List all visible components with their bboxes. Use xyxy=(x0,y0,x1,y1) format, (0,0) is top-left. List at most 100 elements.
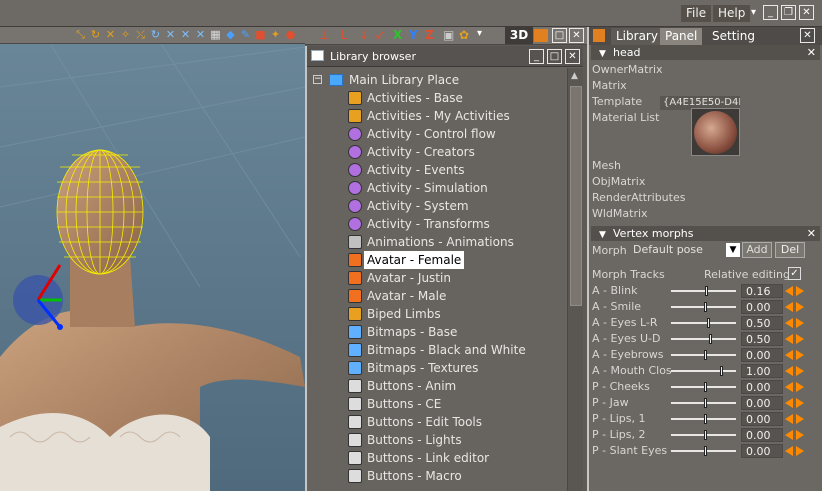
property-label[interactable]: Mesh xyxy=(592,159,621,173)
light-tool-icon[interactable]: ✦ xyxy=(269,28,282,41)
library-item[interactable]: Buttons - CE xyxy=(348,395,563,413)
morph-value-field[interactable]: 0.00 xyxy=(741,396,783,410)
increment-arrow-icon[interactable] xyxy=(796,334,804,344)
increment-arrow-icon[interactable] xyxy=(796,382,804,392)
increment-arrow-icon[interactable] xyxy=(796,414,804,424)
library-scrollbar[interactable]: ▲ xyxy=(567,68,583,491)
decrement-arrow-icon[interactable] xyxy=(785,286,793,296)
morph-slider-track[interactable] xyxy=(671,338,736,340)
select-tool-icon[interactable]: ✧ xyxy=(119,28,132,41)
library-item[interactable]: Activity - Events xyxy=(348,161,563,179)
morph-slider-handle[interactable] xyxy=(703,430,707,440)
tab-library[interactable]: Library xyxy=(611,28,663,45)
morph-slider-handle[interactable] xyxy=(719,366,723,376)
morph-slider-handle[interactable] xyxy=(703,446,707,456)
library-item[interactable]: Activity - Transforms xyxy=(348,215,563,233)
library-item[interactable]: Buttons - Macro xyxy=(348,467,563,485)
increment-arrow-icon[interactable] xyxy=(796,318,804,328)
tree-root[interactable]: − Main Library Place xyxy=(313,71,563,89)
increment-arrow-icon[interactable] xyxy=(796,286,804,296)
library-item[interactable]: Avatar - Female xyxy=(348,251,563,269)
morph-value-field[interactable]: 0.00 xyxy=(741,428,783,442)
morph-value-field[interactable]: 0.00 xyxy=(741,412,783,426)
morph-select[interactable]: Default pose xyxy=(633,242,725,258)
panel-close-icon[interactable]: ✕ xyxy=(800,28,815,43)
add-button[interactable]: Add xyxy=(742,242,772,258)
axis-x-icon[interactable]: L xyxy=(341,28,348,42)
snap-icon[interactable]: ▣ xyxy=(443,28,454,42)
library-close-icon[interactable]: ✕ xyxy=(565,49,580,64)
library-item[interactable]: Buttons - Edit Tools xyxy=(348,413,563,431)
morph-slider-handle[interactable] xyxy=(703,414,707,424)
decrement-arrow-icon[interactable] xyxy=(785,414,793,424)
library-item[interactable]: Bitmaps - Black and White xyxy=(348,341,563,359)
menu-dropdown-icon[interactable]: ▾ xyxy=(746,6,761,21)
morph-slider-track[interactable] xyxy=(671,290,736,292)
morph-slider-handle[interactable] xyxy=(703,382,707,392)
minimize-icon[interactable]: _ xyxy=(763,5,778,20)
vertex-morphs-header[interactable]: ▼ Vertex morphs ✕ xyxy=(591,226,820,241)
library-item[interactable]: Avatar - Justin xyxy=(348,269,563,287)
scroll-up-icon[interactable]: ▲ xyxy=(571,71,578,81)
collapse-icon[interactable]: − xyxy=(313,75,322,84)
library-item[interactable]: Biped Limbs xyxy=(348,305,563,323)
library-item[interactable]: Activity - Simulation xyxy=(348,179,563,197)
property-label[interactable]: Material List xyxy=(592,111,659,125)
file-menu[interactable]: File xyxy=(681,5,712,22)
material-preview[interactable] xyxy=(691,108,740,156)
decrement-arrow-icon[interactable] xyxy=(785,446,793,456)
library-minimize-icon[interactable]: _ xyxy=(529,49,544,64)
relative-editing-checkbox[interactable]: ✓ xyxy=(788,267,801,280)
morph-slider-track[interactable] xyxy=(671,370,736,372)
decrement-arrow-icon[interactable] xyxy=(785,318,793,328)
decrement-arrow-icon[interactable] xyxy=(785,334,793,344)
decrement-arrow-icon[interactable] xyxy=(785,398,793,408)
property-label[interactable]: ObjMatrix xyxy=(592,175,645,189)
rotate-tool-icon[interactable]: ↻ xyxy=(89,28,102,41)
head-section-header[interactable]: ▼ head ✕ xyxy=(591,45,820,60)
camera-tool-icon[interactable]: ● xyxy=(284,28,297,41)
library-item[interactable]: Animations - Animations xyxy=(348,233,563,251)
increment-arrow-icon[interactable] xyxy=(796,302,804,312)
morph-dropdown-icon[interactable]: ▼ xyxy=(726,243,740,257)
property-label[interactable]: OwnerMatrix xyxy=(592,63,663,77)
tab-panel[interactable]: Panel xyxy=(660,28,703,45)
collapse-triangle-icon[interactable]: ▼ xyxy=(599,47,606,62)
axis-arrow-icon[interactable]: ↓ xyxy=(359,28,369,42)
grid-tool-icon[interactable]: ▦ xyxy=(209,28,222,41)
library-item[interactable]: Avatar - Male xyxy=(348,287,563,305)
cube-tool-icon[interactable]: ◆ xyxy=(224,28,237,41)
x-axis-icon[interactable]: X xyxy=(393,28,402,42)
morph-value-field[interactable]: 0.50 xyxy=(741,316,783,330)
vertex-morphs-close-icon[interactable]: ✕ xyxy=(807,226,816,241)
y-axis-icon[interactable]: Y xyxy=(409,28,418,42)
morph-slider-handle[interactable] xyxy=(708,334,712,344)
axis-tool-icon[interactable]: ⊥ xyxy=(319,28,329,42)
close-icon[interactable]: ✕ xyxy=(799,5,814,20)
scale-tool-icon[interactable]: ✕ xyxy=(104,28,117,41)
scrollbar-thumb[interactable] xyxy=(570,86,582,306)
morph-slider-handle[interactable] xyxy=(703,302,707,312)
collapse-triangle-icon[interactable]: ▼ xyxy=(599,228,606,243)
property-label[interactable]: WldMatrix xyxy=(592,207,648,221)
head-section-close-icon[interactable]: ✕ xyxy=(807,45,816,60)
morph-value-field[interactable]: 1.00 xyxy=(741,364,783,378)
palette-icon[interactable]: ✿ xyxy=(459,28,469,42)
morph-slider-handle[interactable] xyxy=(706,318,710,328)
library-item[interactable]: Activity - System xyxy=(348,197,563,215)
increment-arrow-icon[interactable] xyxy=(796,350,804,360)
library-item[interactable]: Bitmaps - Textures xyxy=(348,359,563,377)
library-item[interactable]: Activity - Creators xyxy=(348,143,563,161)
library-item[interactable]: Buttons - Link editor xyxy=(348,449,563,467)
restore-icon[interactable]: ❐ xyxy=(781,5,796,20)
decrement-arrow-icon[interactable] xyxy=(785,430,793,440)
view-triangle-icon[interactable] xyxy=(534,29,548,42)
material-tool-icon[interactable]: ■ xyxy=(254,28,267,41)
morph-slider-handle[interactable] xyxy=(703,398,707,408)
decrement-arrow-icon[interactable] xyxy=(785,302,793,312)
viewport-mode-label[interactable]: 3D xyxy=(505,27,533,44)
morph-value-field[interactable]: 0.00 xyxy=(741,348,783,362)
axis-arrow-2-icon[interactable]: ↙ xyxy=(375,28,385,42)
library-item[interactable]: Buttons - Lights xyxy=(348,431,563,449)
library-item[interactable]: Buttons - Anim xyxy=(348,377,563,395)
